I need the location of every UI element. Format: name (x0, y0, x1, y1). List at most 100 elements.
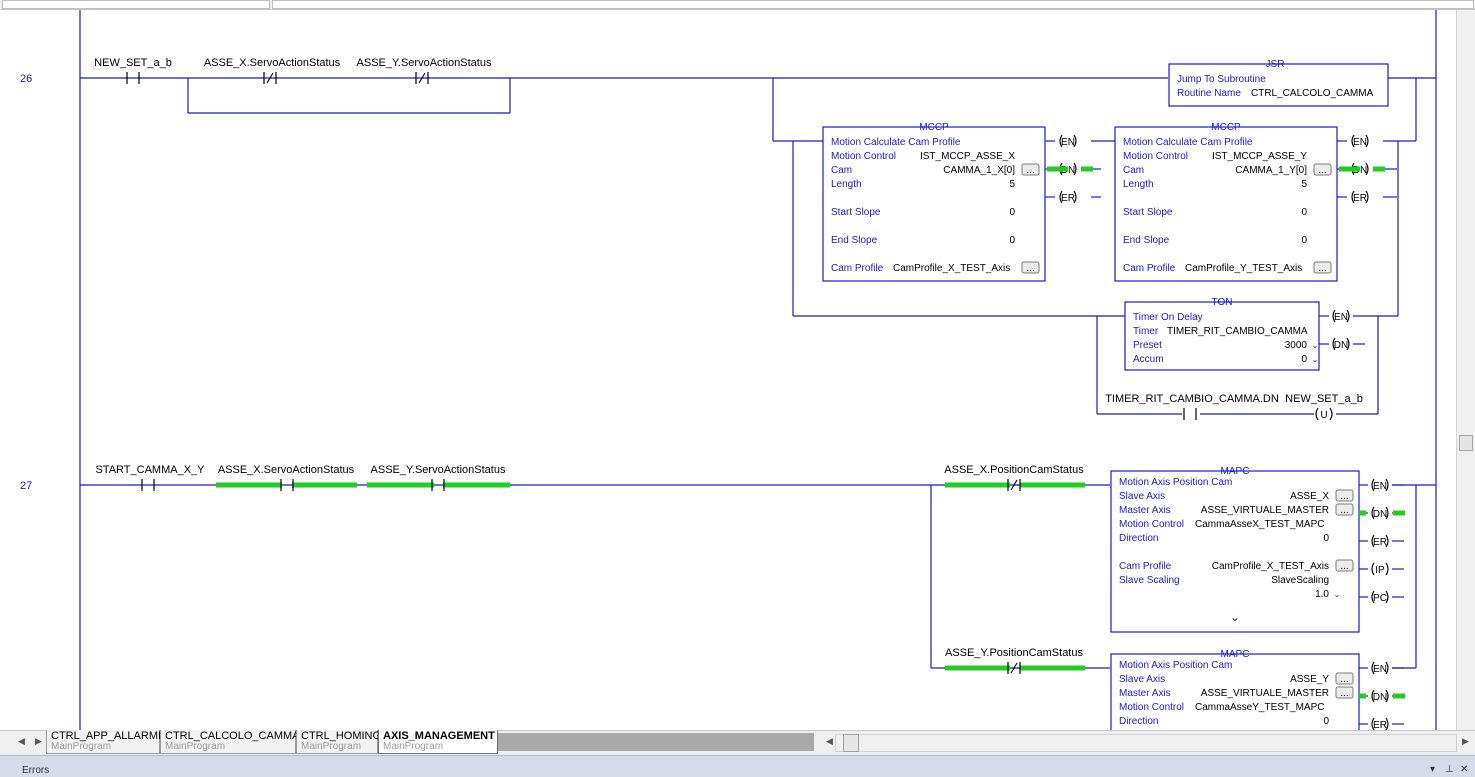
mapc-operand-label: Motion Axis Position Cam (1119, 660, 1232, 671)
mccp-operand-value: CAMMA_1_Y[0] (1235, 165, 1307, 176)
output-pin-ip-paren (1371, 562, 1375, 576)
mccp-operand-label: Cam Profile (831, 263, 884, 274)
routine-name-value: CTRL_CALCOLO_CAMMA (1251, 88, 1374, 99)
tab-ctrl-homing[interactable]: CTRL_HOMING MainProgram (296, 730, 381, 754)
energized-indicator (1393, 693, 1405, 699)
errors-panel-title: Errors (22, 765, 50, 776)
mapc-operand-value: 0 (1323, 716, 1329, 727)
contact-tag-label: ASSE_Y.ServoActionStatus (357, 57, 492, 69)
mapc-operand-label: Direction (1119, 533, 1158, 544)
energized-indicator (1047, 166, 1068, 172)
pane-menu-icon[interactable]: ▾ (1430, 764, 1435, 775)
mccp-operand-label: Length (1123, 179, 1154, 190)
mccp-operand-label: Cam (1123, 165, 1144, 176)
mccp-operand-value: 0 (1009, 235, 1015, 246)
rung-number-27: 27 (20, 480, 32, 492)
horizontal-scrollbar[interactable] (835, 734, 1457, 752)
tab-axis-management[interactable]: AXIS_MANAGEMENT MainProgram (378, 730, 498, 754)
hscroll-right-icon[interactable]: ▶ (1462, 736, 1469, 747)
energized-indicator (945, 665, 1010, 671)
routine-name-label: Routine Name (1177, 88, 1241, 99)
mccp-operand-value: 0 (1009, 207, 1015, 218)
tab-ctrl-app-allarmi[interactable]: CTRL_APP_ALLARMI MainProgram (46, 730, 161, 754)
energized-indicator (292, 482, 357, 488)
mccp-operand-value: CamProfile_Y_TEST_Axis (1185, 263, 1302, 274)
mapc-operand-value: ASSE_VIRTUALE_MASTER (1201, 688, 1329, 699)
energized-indicator (945, 482, 1010, 488)
xic-contact-new-set[interactable] (126, 71, 140, 85)
xio-contact-asse-x-servo[interactable] (263, 71, 277, 85)
mapc-operand-label: Master Axis (1119, 688, 1171, 699)
browse-button-label: ... (1340, 505, 1348, 516)
mapc-operand-value: 1.0 (1315, 589, 1329, 600)
tab-scroll-left-icon[interactable]: ◀ (18, 736, 25, 747)
ladder-diagram: 26 NEW_SET_a_b ASSE_X.ServoActionStatus ASS… (20, 10, 1437, 730)
close-icon[interactable]: ✕ (1460, 764, 1468, 775)
mccp-operand-value: CAMMA_1_X[0] (943, 165, 1015, 176)
mapc-title: MAPC (1221, 649, 1250, 660)
xio-contact-asse-y-poscam[interactable] (1007, 661, 1021, 675)
unlatch-coil-paren (1315, 407, 1319, 421)
hscroll-left-icon[interactable]: ◀ (826, 736, 833, 747)
output-pin-dn-label: DN (1373, 509, 1387, 520)
top-strip-segment (272, 0, 1474, 9)
energized-indicator (443, 482, 510, 488)
contact-tag-label: ASSE_X.ServoActionStatus (218, 464, 355, 476)
mapc-operand-label: Slave Scaling (1119, 575, 1180, 586)
output-pin-ip-paren (1385, 562, 1389, 576)
output-pin-er-label: ER (1061, 193, 1075, 204)
routine-tab-bar: ◀ ▶ CTRL_APP_ALLARMI MainProgram CTRL_CA… (0, 730, 1475, 755)
xic-contact-asse-x-servo[interactable] (280, 478, 294, 492)
mapc-operand-value: CamProfile_X_TEST_Axis (1212, 561, 1329, 572)
energized-indicator (1081, 166, 1093, 172)
horizontal-scroll-thumb[interactable] (843, 734, 859, 752)
browse-button-label: ... (1318, 263, 1326, 274)
output-pin-en-label: EN (1334, 312, 1348, 323)
browse-button-label: ... (1340, 688, 1348, 699)
mapc-operand-label: Slave Axis (1119, 491, 1165, 502)
jsr-title: JSR (1266, 59, 1285, 70)
mccp-operand-value: 0 (1301, 207, 1307, 218)
ton-title: TON (1212, 297, 1233, 308)
mccp-operand-label: Cam Profile (1123, 263, 1176, 274)
xic-contact-timer-dn[interactable] (1183, 407, 1197, 421)
ton-operand-value: TIMER_RIT_CAMBIO_CAMMA (1167, 326, 1308, 337)
xic-contact-asse-y-servo[interactable] (431, 478, 445, 492)
ladder-editor-window: 26 NEW_SET_a_b ASSE_X.ServoActionStatus ASS… (0, 0, 1475, 777)
mapc-operand-value: CammaAsseX_TEST_MAPC (1195, 519, 1324, 530)
tab-program-label: MainProgram (51, 741, 112, 752)
xic-contact-start-camma[interactable] (141, 478, 155, 492)
xio-contact-asse-y-servo[interactable] (415, 71, 429, 85)
tab-scroll-right-icon[interactable]: ▶ (35, 736, 42, 747)
mccp-operand-label: Motion Control (1123, 151, 1188, 162)
jsr-instruction-box[interactable] (1168, 63, 1389, 107)
browse-button-label: ... (1340, 674, 1348, 685)
mccp-operand-label: End Slope (831, 235, 878, 246)
value-arrow-icon: ⌄ (1312, 341, 1319, 350)
xio-contact-asse-x-poscam[interactable] (1007, 478, 1021, 492)
vertical-scroll-thumb[interactable] (1459, 435, 1473, 451)
mccp-operand-value: CamProfile_X_TEST_Axis (893, 263, 1010, 274)
mccp-operand-label: Length (831, 179, 862, 190)
value-arrow-icon: ⌄ (1312, 355, 1319, 364)
mccp-operand-value: IST_MCCP_ASSE_Y (1212, 151, 1307, 162)
output-pin-dn-label: DN (1334, 340, 1348, 351)
energized-indicator (1393, 510, 1405, 516)
browse-button-label: ... (1026, 263, 1034, 274)
pin-icon[interactable]: ⊥ (1445, 764, 1454, 775)
vertical-scrollbar[interactable] (1456, 10, 1475, 730)
output-pin-en-label: EN (1373, 481, 1387, 492)
energized-indicator (1359, 693, 1366, 699)
output-pin-er-label: ER (1373, 537, 1387, 548)
contact-tag-label: START_CAMMA_X_Y (95, 464, 205, 476)
contact-tag-label: ASSE_Y.ServoActionStatus (371, 464, 506, 476)
energized-indicator (216, 482, 282, 488)
tab-program-label: MainProgram (301, 741, 362, 752)
tab-ctrl-calcolo-camma[interactable]: CTRL_CALCOLO_CAMMA MainProgram (160, 730, 299, 754)
mapc-operand-label: Motion Axis Position Cam (1119, 477, 1232, 488)
rung-number-26: 26 (20, 73, 32, 85)
contact-tag-label: ASSE_Y.PositionCamStatus (945, 647, 1083, 659)
energized-indicator (1339, 166, 1360, 172)
mccp-operand-label: End Slope (1123, 235, 1170, 246)
mccp-operand-value: 0 (1301, 235, 1307, 246)
